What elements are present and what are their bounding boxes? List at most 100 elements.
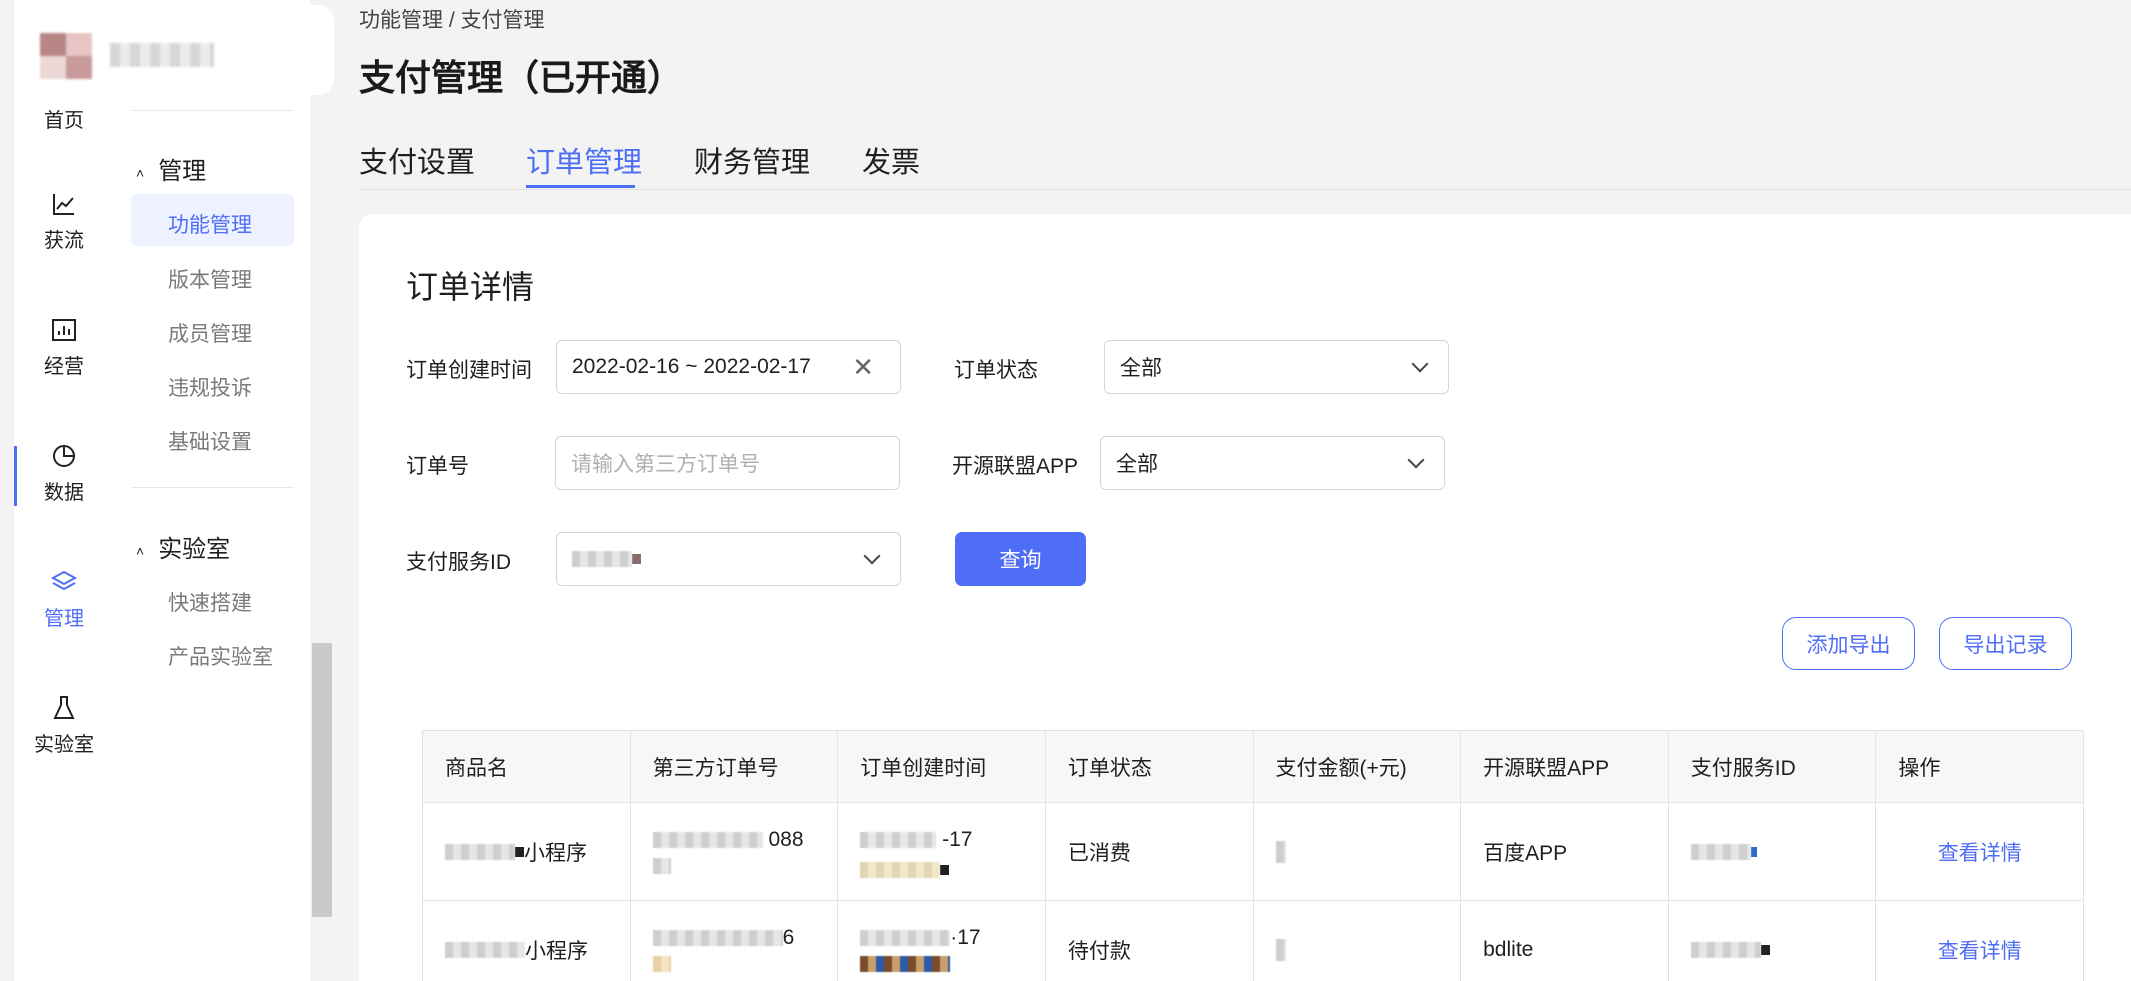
product-suffix: 小程序 (525, 939, 588, 963)
app-label: 开源联盟APP (952, 455, 1079, 478)
chevron-down-icon (1411, 355, 1429, 373)
time-suffix: ·17 (950, 925, 981, 949)
status-select-value: 全部 (1120, 357, 1162, 380)
cell-app: 百度APP (1461, 803, 1669, 901)
table-row: 小程序 088 -17 已消费 百度APP 查看详情 (423, 803, 2084, 901)
status-label: 订单状态 (954, 359, 1038, 382)
column-header: 第三方订单号 (630, 731, 839, 803)
rail-item-business[interactable]: 经营 (14, 316, 114, 379)
amount-blurred (1275, 840, 1286, 863)
rail-item-label: 数据 (44, 482, 84, 504)
page-title: 支付管理（已开通） (359, 57, 684, 98)
rail-item-lab[interactable]: 实验室 (14, 694, 114, 757)
menu-item-member-manage[interactable]: 成员管理 (168, 318, 252, 348)
menu-section-title: 实验室 (158, 536, 231, 563)
card-title: 订单详情 (406, 269, 535, 305)
cell-service-id (1668, 803, 1877, 901)
date-range-value: 2022-02-16 ~ 2022-02-17 (572, 355, 811, 378)
menu-item-quick-build[interactable]: 快速搭建 (168, 587, 252, 617)
order-no-blurred (652, 857, 671, 874)
export-records-button[interactable]: 导出记录 (1939, 617, 2072, 670)
product-name-blurred (445, 843, 515, 860)
cell-service-id (1669, 901, 1877, 981)
menu-item-feature-manage[interactable]: 功能管理 (168, 209, 252, 239)
menu-section-title: 管理 (158, 158, 207, 185)
menu-divider (131, 110, 294, 111)
cell-status: 已消费 (1045, 803, 1254, 901)
app-select[interactable]: 全部 (1100, 436, 1445, 490)
menu-scrollbar-thumb[interactable] (312, 643, 332, 917)
order-no-suffix: 088 (768, 827, 804, 851)
cell-product: 小程序 (423, 901, 631, 981)
status-select[interactable]: 全部 (1104, 340, 1449, 394)
column-header: 支付金额(+元) (1253, 731, 1462, 803)
rail-item-data[interactable]: 数据 (14, 442, 114, 505)
time-blurred (860, 929, 951, 946)
menu-item-version-manage[interactable]: 版本管理 (168, 264, 252, 294)
chevron-down-icon (863, 547, 881, 565)
blur-artifact (1750, 846, 1757, 857)
tab-order-manage[interactable]: 订单管理 (526, 139, 642, 181)
menu-item-basic-settings[interactable]: 基础设置 (168, 426, 252, 456)
query-button[interactable]: 查询 (955, 532, 1086, 586)
close-icon[interactable]: ✕ (852, 354, 874, 380)
breadcrumb[interactable]: 功能管理 / 支付管理 (359, 4, 545, 34)
chevron-up-icon: ˄ (136, 542, 145, 559)
blur-artifact (515, 846, 524, 857)
view-details-link[interactable]: 查看详情 (1876, 901, 2084, 981)
flask-icon (53, 696, 75, 719)
rail-item-label: 管理 (44, 608, 84, 630)
column-header: 操作 (1876, 731, 2084, 803)
cell-order-no: 088 (630, 803, 839, 901)
rail-item-label: 首页 (44, 110, 84, 132)
orders-table: 商品名 第三方订单号 订单创建时间 订单状态 支付金额(+元) 开源联盟APP … (422, 730, 2084, 981)
created-time-label: 订单创建时间 (406, 359, 532, 382)
chevron-down-icon (1407, 451, 1425, 469)
app-avatar (40, 33, 92, 79)
menu-divider (131, 487, 294, 488)
service-id-blurred (1690, 843, 1751, 860)
column-header: 开源联盟APP (1461, 731, 1669, 803)
chart-line-icon (53, 194, 74, 215)
app-logo-card[interactable] (14, 5, 334, 95)
time-blurred (860, 858, 950, 882)
add-export-button[interactable]: 添加导出 (1782, 617, 1915, 670)
service-id-label: 支付服务ID (406, 551, 511, 574)
time-suffix: -17 (942, 827, 973, 851)
tab-payment-settings[interactable]: 支付设置 (359, 139, 475, 181)
column-header: 订单状态 (1045, 731, 1254, 803)
order-no-suffix: 6 (782, 925, 795, 949)
column-header: 订单创建时间 (838, 731, 1046, 803)
tab-invoice[interactable]: 发票 (862, 139, 920, 181)
column-header: 支付服务ID (1668, 731, 1877, 803)
order-no-blurred (652, 955, 671, 972)
menu-section-manage[interactable]: ˄ 管理 (136, 151, 206, 186)
chevron-up-icon: ˄ (136, 164, 145, 181)
rail-item-label: 经营 (44, 356, 84, 378)
rail-item-traffic[interactable]: 获流 (14, 190, 114, 253)
time-blurred (860, 955, 951, 972)
view-details-link[interactable]: 查看详情 (1876, 803, 2084, 901)
pie-chart-icon (53, 445, 75, 467)
amount-blurred (1275, 938, 1286, 961)
rail-item-home[interactable]: 首页 (14, 104, 114, 133)
menu-section-lab[interactable]: ˄ 实验室 (136, 529, 230, 564)
rail-item-label: 获流 (44, 230, 84, 252)
rail-item-manage[interactable]: 管理 (14, 568, 114, 631)
product-name-blurred (445, 941, 525, 958)
table-header-row: 商品名 第三方订单号 订单创建时间 订单状态 支付金额(+元) 开源联盟APP … (423, 731, 2084, 803)
bar-chart-icon (52, 319, 76, 341)
cell-created-time: -17 (838, 803, 1046, 901)
column-header: 商品名 (423, 731, 631, 803)
menu-item-product-lab[interactable]: 产品实验室 (168, 641, 273, 671)
cell-order-no: 6 (631, 901, 839, 981)
tab-finance-manage[interactable]: 财务管理 (694, 139, 810, 181)
active-tab-indicator (526, 185, 635, 188)
menu-item-violation[interactable]: 违规投诉 (168, 372, 252, 402)
cell-created-time: ·17 (838, 901, 1046, 981)
app-name-blurred (110, 43, 214, 67)
order-no-input[interactable]: 请输入第三方订单号 (555, 436, 900, 490)
service-id-select[interactable] (556, 532, 901, 586)
layers-icon (50, 570, 78, 591)
date-range-picker[interactable]: 2022-02-16 ~ 2022-02-17 ✕ (556, 340, 901, 394)
